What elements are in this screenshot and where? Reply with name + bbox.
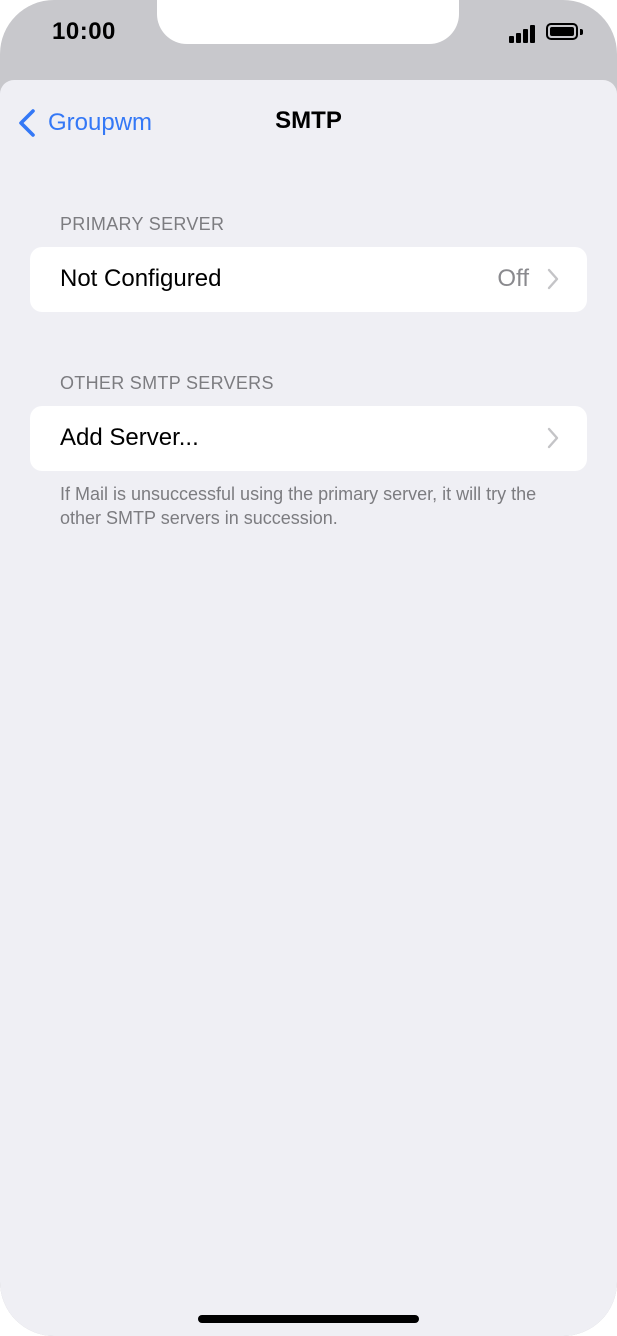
other-servers-group: Add Server... — [30, 406, 587, 471]
navigation-bar: Groupwm SMTP — [0, 80, 617, 164]
status-time: 10:00 — [52, 18, 116, 45]
cellular-signal-icon — [509, 25, 537, 43]
other-servers-footer: If Mail is unsuccessful using the primar… — [60, 484, 537, 528]
primary-server-label: Not Configured — [60, 265, 222, 292]
chevron-right-icon — [547, 268, 559, 290]
add-server-row[interactable]: Add Server... — [30, 406, 587, 471]
add-server-label: Add Server... — [60, 424, 199, 451]
primary-server-group: Not Configured Off — [30, 247, 587, 312]
notch — [157, 0, 459, 44]
status-bar: 10:00 — [0, 0, 617, 80]
primary-server-header: PRIMARY SERVER — [60, 214, 225, 234]
primary-server-value: Off — [497, 265, 529, 292]
primary-server-row[interactable]: Not Configured Off — [30, 247, 587, 312]
chevron-right-icon — [547, 427, 559, 449]
battery-icon — [546, 23, 578, 40]
phone-frame: 10:00 Groupwm SMTP PRIMARY SERVER Not Co… — [0, 0, 617, 1336]
other-servers-header: OTHER SMTP SERVERS — [60, 373, 274, 393]
battery-tip — [580, 29, 583, 35]
settings-sheet: Groupwm SMTP PRIMARY SERVER Not Configur… — [0, 80, 617, 1336]
home-indicator[interactable] — [198, 1315, 419, 1323]
page-title: SMTP — [275, 107, 342, 134]
